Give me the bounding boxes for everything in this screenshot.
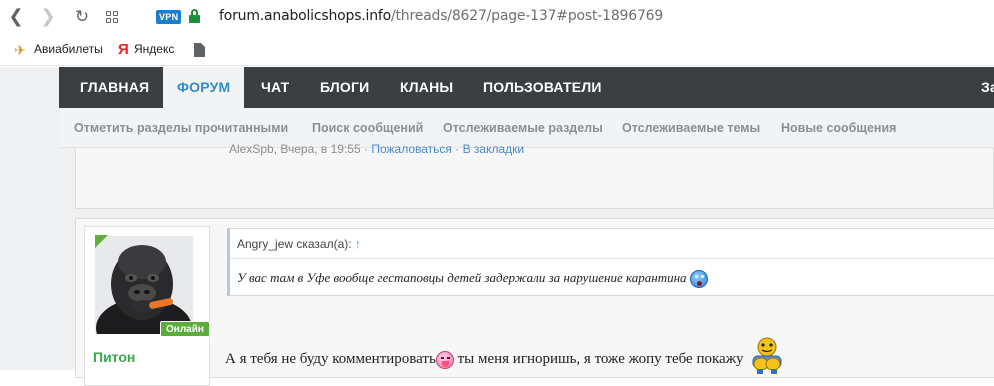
shocked-smiley-icon bbox=[689, 270, 708, 289]
quote-divider bbox=[230, 258, 994, 259]
previous-post: AlexSpb, Вчера, в 19:55 · Пожаловаться ·… bbox=[75, 142, 994, 209]
tabs-grid-icon[interactable] bbox=[106, 11, 119, 24]
yandex-icon: Я bbox=[118, 41, 129, 58]
bookmark-aviabilety[interactable]: ✈ Авиабилеты bbox=[12, 42, 103, 58]
search-messages-link[interactable]: Поиск сообщений bbox=[312, 121, 423, 135]
report-link[interactable]: Пожаловаться bbox=[371, 142, 452, 156]
user-card: Онлайн Питон bbox=[84, 226, 210, 386]
tab-login-partial[interactable]: За bbox=[981, 67, 994, 108]
quote-text: У вас там в Уфе вообще гестаповцы детей … bbox=[237, 270, 708, 289]
tab-blogs[interactable]: БЛОГИ bbox=[320, 67, 369, 108]
post: Онлайн Питон Angry_jew сказал(а): ↑ У ва… bbox=[75, 218, 994, 386]
forward-arrow-icon[interactable]: ❯ bbox=[38, 7, 58, 27]
bookmarks-bar: ✈ Авиабилеты Я Яндекс bbox=[0, 34, 994, 66]
quote-author: Angry_jew сказал(а): bbox=[237, 237, 352, 251]
sub-nav: Отметить разделы прочитанными Поиск сооб… bbox=[59, 108, 994, 148]
avatar[interactable] bbox=[95, 236, 193, 334]
tab-chat[interactable]: ЧАТ bbox=[261, 67, 289, 108]
mooning-smiley-icon bbox=[747, 337, 787, 375]
back-arrow-icon[interactable]: ❮ bbox=[6, 7, 26, 27]
url-host: forum.anabolicshops.info bbox=[219, 8, 391, 24]
bookmark-label: Яндекс bbox=[134, 42, 175, 57]
username[interactable]: Питон bbox=[93, 349, 135, 365]
bookmark-document[interactable] bbox=[194, 42, 211, 58]
watched-threads-link[interactable]: Отслеживаемые темы bbox=[622, 121, 760, 135]
quote-source-arrow-icon[interactable]: ↑ bbox=[355, 237, 361, 251]
quote-block: Angry_jew сказал(а): ↑ У вас там в Уфе в… bbox=[227, 228, 994, 296]
tab-forum[interactable]: ФОРУМ bbox=[163, 67, 245, 108]
forum-page: ГЛАВНАЯ ФОРУМ ЧАТ БЛОГИ КЛАНЫ ПОЛЬЗОВАТЕ… bbox=[0, 67, 994, 386]
reload-icon[interactable]: ↻ bbox=[72, 7, 92, 27]
tongue-smiley-icon bbox=[435, 350, 454, 369]
message-text-1: А я тебя не буду комментировать bbox=[225, 351, 436, 367]
post-author-time[interactable]: AlexSpb, Вчера, в 19:55 bbox=[229, 142, 361, 156]
post-message: А я тебя не буду комментировать ты меня … bbox=[225, 337, 787, 375]
address-field[interactable]: forum.anabolicshops.info/threads/8627/pa… bbox=[219, 8, 663, 24]
tab-users[interactable]: ПОЛЬЗОВАТЕЛИ bbox=[483, 67, 602, 108]
main-nav: ГЛАВНАЯ ФОРУМ ЧАТ БЛОГИ КЛАНЫ ПОЛЬЗОВАТЕ… bbox=[59, 67, 994, 108]
url-path: /threads/8627/page-137#post-1896769 bbox=[391, 8, 664, 24]
new-posts-link[interactable]: Новые сообщения bbox=[781, 121, 896, 135]
message-text-2: ты меня игноришь, я тоже жопу тебе покаж… bbox=[453, 351, 744, 367]
tab-clans[interactable]: КЛАНЫ bbox=[400, 67, 453, 108]
document-icon bbox=[194, 43, 205, 58]
bookmark-yandex[interactable]: Я Яндекс bbox=[118, 42, 174, 58]
online-status-badge: Онлайн bbox=[160, 321, 210, 337]
lock-icon[interactable] bbox=[189, 9, 200, 23]
bookmark-link[interactable]: В закладки bbox=[463, 142, 525, 156]
post-meta: AlexSpb, Вчера, в 19:55 · Пожаловаться ·… bbox=[229, 142, 525, 156]
plane-icon: ✈ bbox=[14, 42, 26, 58]
vpn-badge[interactable]: VPN bbox=[156, 10, 182, 24]
online-corner-marker bbox=[95, 235, 108, 248]
mark-forums-read-link[interactable]: Отметить разделы прочитанными bbox=[74, 121, 288, 135]
quote-header: Angry_jew сказал(а): ↑ bbox=[237, 237, 361, 251]
watched-forums-link[interactable]: Отслеживаемые разделы bbox=[443, 121, 603, 135]
browser-toolbar: ❮ ❯ ↻ VPN forum.anabolicshops.info/threa… bbox=[0, 0, 994, 34]
bookmark-label: Авиабилеты bbox=[34, 42, 103, 57]
tab-home[interactable]: ГЛАВНАЯ bbox=[59, 67, 170, 108]
